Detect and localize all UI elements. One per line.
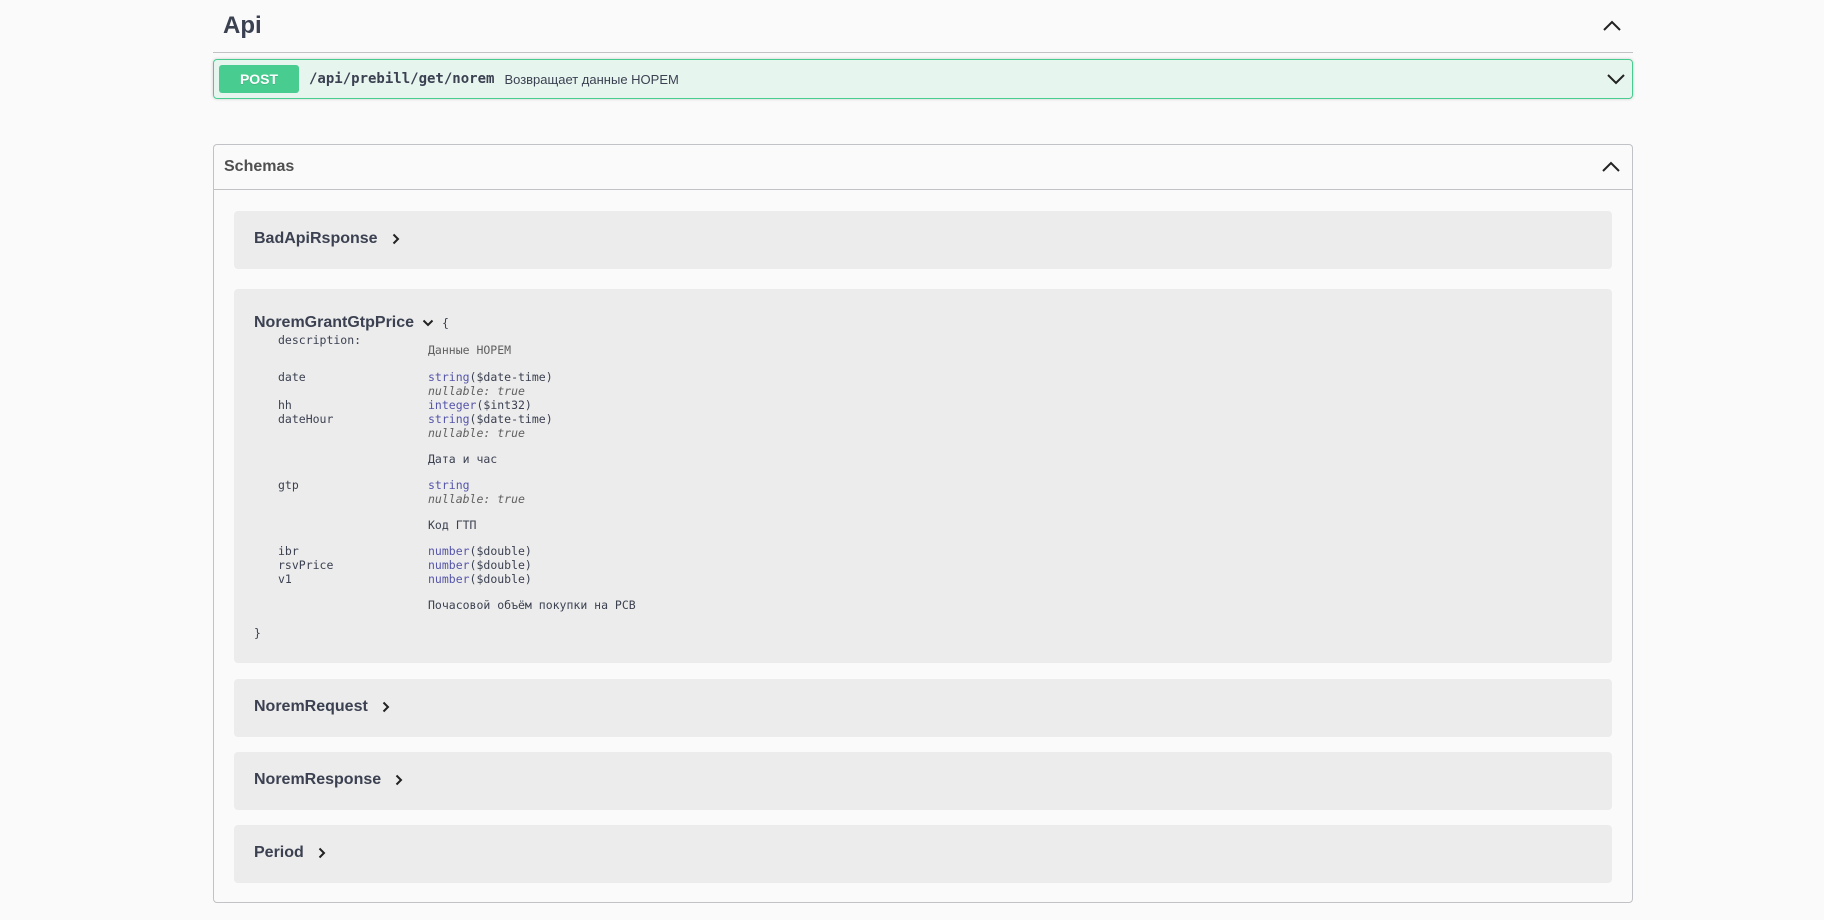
close-brace: } [254,626,261,640]
chevron-right-icon[interactable] [390,233,402,245]
property-type: number($double) [428,572,532,586]
property-description: Код ГТП [428,518,477,532]
method-badge: POST [219,65,299,93]
property-description: Почасовой объём покупки на РСВ [428,598,636,612]
tag-title: Api [223,12,262,39]
property-type: string [428,478,470,492]
model-title[interactable]: Period [254,844,328,862]
property-type: string($date-time) [428,370,553,384]
property-type: integer($int32) [428,398,532,412]
chevron-up-icon[interactable] [1600,156,1622,178]
property-type: string($date-time) [428,412,553,426]
model-description: Данные НОРЕМ [428,343,512,357]
model-noremgrantgtpprice: NoremGrantGtpPrice { description: Данные… [234,289,1612,663]
description-label: description: [278,333,362,347]
property-name: gtp [278,478,299,492]
property-name: date [278,370,306,384]
chevron-up-icon[interactable] [1601,15,1623,37]
open-brace: { [442,316,449,330]
schemas-title: Schemas [224,158,295,175]
operation-post-norem[interactable]: POST /api/prebill/get/norem Возвращает д… [213,59,1633,99]
operation-path: /api/prebill/get/norem [309,71,495,87]
model-badapirsponse[interactable]: BadApiRsponse [234,211,1612,269]
property-description: Дата и час [428,452,498,466]
model-title[interactable]: NoremResponse [254,771,405,789]
property-type: number($double) [428,544,532,558]
property-name: hh [278,398,292,412]
property-type: number($double) [428,558,532,572]
property-name: ibr [278,544,299,558]
api-tag-section: Api POST /api/prebill/get/norem Возвраща… [213,0,1633,99]
schemas-section: Schemas BadApiRsponse NoremGrantGtpPrice… [213,144,1633,903]
chevron-down-icon[interactable] [1605,68,1627,90]
chevron-right-icon[interactable] [393,774,405,786]
schemas-header[interactable]: Schemas [214,145,1632,190]
operation-summary: Возвращает данные НОРЕМ [504,71,679,87]
property-nullable: nullable: true [428,492,525,506]
chevron-right-icon[interactable] [316,847,328,859]
tag-header[interactable]: Api [213,0,1633,53]
property-name: v1 [278,572,292,586]
property-nullable: nullable: true [428,384,525,398]
model-period[interactable]: Period [234,825,1612,883]
chevron-right-icon[interactable] [380,701,392,713]
model-noremrequest[interactable]: NoremRequest [234,679,1612,737]
property-name: dateHour [278,412,334,426]
model-title[interactable]: BadApiRsponse [254,230,402,248]
property-nullable: nullable: true [428,426,525,440]
model-title[interactable]: NoremGrantGtpPrice { [254,314,449,332]
model-noremresponse[interactable]: NoremResponse [234,752,1612,810]
model-title[interactable]: NoremRequest [254,698,392,716]
chevron-down-icon[interactable] [422,317,434,329]
property-name: rsvPrice [278,558,334,572]
